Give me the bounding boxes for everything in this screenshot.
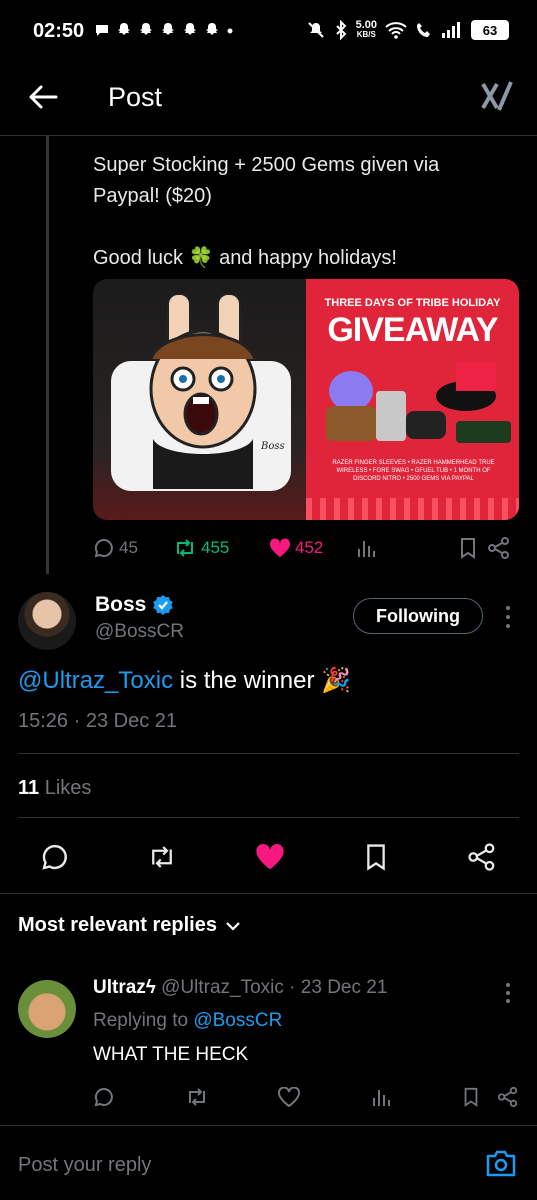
reply-author-handle: @Ultraz_Toxic: [161, 977, 284, 998]
views-icon[interactable]: [355, 537, 377, 559]
tweet-time: 15:26: [18, 710, 69, 732]
chevron-down-icon: [226, 921, 240, 931]
repost-action[interactable]: 455: [173, 537, 269, 559]
author-handle[interactable]: @BossCR: [95, 621, 184, 643]
tweet-text-rest: is the winner 🎉: [173, 667, 352, 694]
repost-icon[interactable]: [147, 842, 177, 872]
views-icon[interactable]: [370, 1086, 392, 1108]
system-icons: 5.00 KB/S 63: [306, 20, 509, 40]
bookmark-icon[interactable]: [461, 1086, 481, 1108]
giveaway-subtitle: THREE DAYS OF TRIBE HOLIDAY: [324, 297, 501, 309]
replying-to: Replying to @BossCR: [93, 1010, 282, 1032]
repost-count: 455: [201, 538, 230, 557]
tweet-text: @Ultraz_Toxic is the winner 🎉: [18, 666, 351, 695]
divider: [18, 753, 519, 754]
heart-outline-icon[interactable]: [278, 1087, 300, 1107]
share-icon[interactable]: [497, 1086, 519, 1108]
reply-icon: [94, 538, 113, 558]
cartoon-illustration: Boss: [111, 293, 291, 491]
reply-actions: [93, 1083, 519, 1111]
snapchat-icon: [184, 23, 196, 35]
giveaway-prize-list: RAZER FINGER SLEEVES • RAZER HAMMERHEAD …: [332, 460, 495, 482]
parent-tweet-text: Super Stocking + 2500 Gems given via Pay…: [93, 154, 440, 269]
reply-count: 45: [119, 538, 138, 557]
share-icon[interactable]: [467, 842, 497, 872]
author-name: Boss: [95, 593, 147, 616]
heart-filled-icon: [269, 538, 291, 557]
signal-icon: [442, 22, 460, 38]
notification-icons: [94, 22, 234, 38]
share-icon[interactable]: [487, 537, 511, 559]
svg-text:Boss: Boss: [260, 441, 285, 452]
reply-author-name-suffix: ϟ: [145, 977, 156, 998]
tweet-actions: [18, 835, 519, 879]
page-title: Post: [108, 82, 163, 112]
repost-icon: [177, 539, 193, 557]
like-action[interactable]: 452: [269, 538, 355, 558]
top-bar: Post: [0, 62, 537, 136]
battery-indicator: 63: [471, 20, 509, 40]
snapchat-icon: [206, 23, 218, 35]
more-notifications-dot-icon: [227, 28, 233, 34]
tweet-date: 23 Dec 21: [85, 710, 178, 732]
avatar[interactable]: [18, 592, 76, 650]
replying-prefix: Replying to: [93, 1010, 194, 1031]
reply-icon[interactable]: [40, 842, 70, 872]
following-button[interactable]: Following: [353, 598, 483, 634]
mute-icon: [307, 22, 324, 38]
snapchat-icon: [162, 23, 174, 35]
bluetooth-icon: [335, 20, 346, 40]
reply-input[interactable]: Post your reply: [18, 1154, 151, 1177]
bookmark-icon[interactable]: [362, 842, 390, 872]
reply-icon[interactable]: [93, 1086, 115, 1108]
divider: [18, 817, 519, 818]
avatar[interactable]: [18, 980, 76, 1038]
reply-actions-right: [461, 1086, 519, 1108]
replying-to-mention[interactable]: @BossCR: [193, 1010, 282, 1031]
chat-notification-icon: [96, 25, 108, 36]
grok-logo-icon[interactable]: [479, 78, 515, 114]
sweater-border: [306, 498, 519, 520]
reply-text: WHAT THE HECK: [93, 1044, 249, 1065]
reply-author-name: Ultraz: [93, 977, 146, 998]
tweet-timestamp[interactable]: 15:26 · 23 Dec 21: [18, 710, 177, 733]
like-count: 452: [295, 538, 324, 557]
heart-filled-icon[interactable]: [255, 843, 285, 871]
verified-badge-icon: [153, 595, 174, 615]
back-arrow-icon[interactable]: [26, 80, 60, 114]
status-time: 02:50: [33, 20, 85, 42]
status-bar: 02:50 5.00 KB/S 63: [0, 0, 537, 62]
speed-value: 5.00: [355, 19, 377, 31]
reply-header[interactable]: Ultrazϟ @Ultraz_Toxic · 23 Dec 21: [93, 977, 387, 999]
giveaway-title: GIVEAWAY: [327, 311, 498, 349]
divider: [0, 893, 537, 894]
wifi-icon: [385, 22, 407, 39]
more-options-icon[interactable]: [503, 982, 513, 1004]
network-speed: 5.00 KB/S: [356, 20, 377, 40]
replies-sort-label: Most relevant replies: [18, 914, 217, 936]
boss-cartoon-image: Boss: [93, 279, 306, 520]
reply-action[interactable]: 45: [93, 537, 173, 559]
snapchat-icon: [118, 23, 130, 35]
giveaway-image[interactable]: Boss THREE DAYS OF TRIBE HOLIDAY GIVEAWA…: [93, 279, 519, 520]
prizes-illustration: [326, 361, 511, 443]
replies-sort-dropdown[interactable]: Most relevant replies: [18, 914, 241, 937]
likes-label: Likes: [44, 777, 92, 799]
reply-composer: Post your reply: [0, 1125, 537, 1200]
snapchat-icon: [140, 23, 152, 35]
mention-link[interactable]: @Ultraz_Toxic: [18, 667, 173, 694]
thread-connector-line: [46, 136, 49, 574]
wifi-calling-icon: [417, 23, 430, 37]
more-options-icon[interactable]: [503, 604, 513, 630]
likes-summary[interactable]: 11 Likes: [18, 777, 91, 800]
repost-icon[interactable]: [185, 1086, 209, 1108]
bookmark-icon[interactable]: [457, 537, 479, 559]
author-name-row[interactable]: Boss: [95, 593, 174, 617]
parent-tweet-actions: 45 455 452: [93, 533, 519, 563]
speed-unit: KB/S: [356, 30, 376, 39]
camera-icon[interactable]: [485, 1148, 517, 1178]
giveaway-panel: THREE DAYS OF TRIBE HOLIDAY GIVEAWAY RAZ…: [306, 279, 519, 520]
likes-count: 11: [18, 777, 40, 799]
reply-date: 23 Dec 21: [300, 977, 388, 998]
